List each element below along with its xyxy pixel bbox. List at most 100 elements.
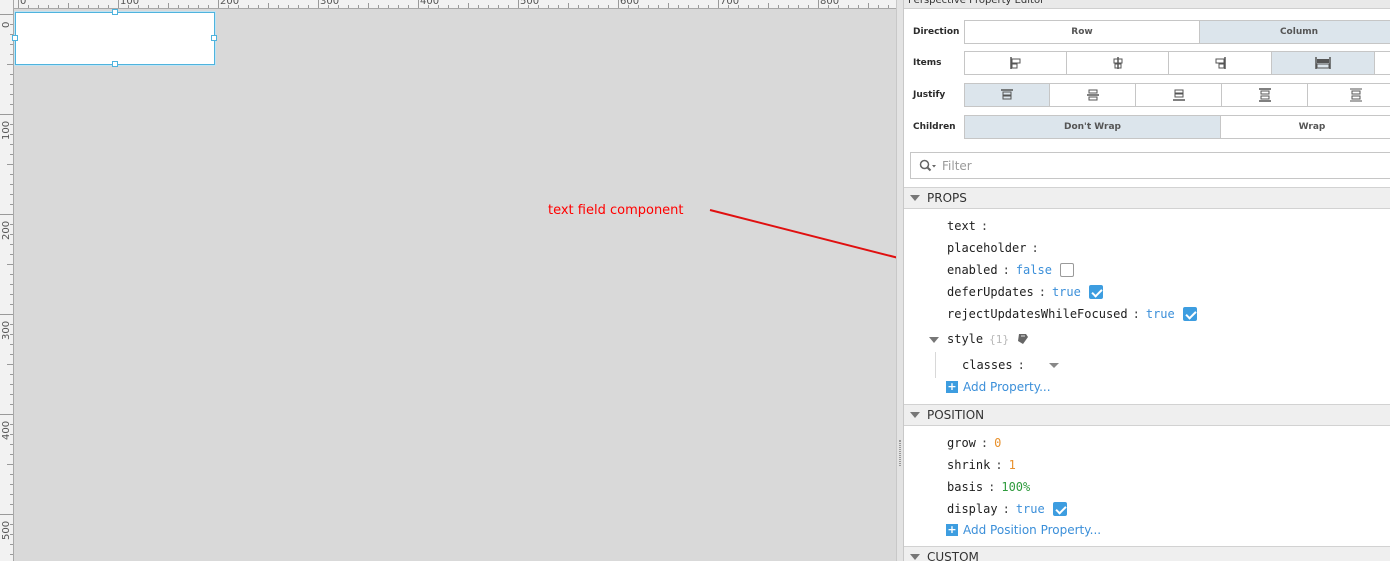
position-section-header[interactable]: POSITION (904, 404, 1390, 426)
ruler-tick (868, 3, 869, 8)
children-dont-wrap-button[interactable]: Don't Wrap (964, 115, 1221, 139)
prop-key: placeholder (947, 241, 1027, 255)
ruler-label: 300 (320, 0, 340, 7)
children-wrap-button[interactable]: Wrap (1220, 115, 1390, 139)
items-align-stretch-button[interactable] (1271, 51, 1375, 75)
ruler-tick (7, 64, 13, 65)
prop-deferUpdates[interactable]: deferUpdates: true (947, 283, 1103, 301)
rejectUpdatesWhileFocused-checkbox[interactable] (1182, 307, 1197, 321)
ruler-tick (548, 5, 549, 8)
align-center-icon (1113, 57, 1122, 69)
prop-value[interactable]: 0 (994, 436, 1001, 450)
display-checkbox[interactable] (1052, 502, 1067, 516)
ruler-tick (10, 94, 13, 95)
prop-classes[interactable]: classes: (962, 356, 1059, 374)
prop-enabled[interactable]: enabled: false (947, 261, 1074, 279)
resize-handle-bottom[interactable] (112, 61, 118, 67)
ruler-tick (458, 5, 459, 8)
ruler-tick (278, 5, 279, 8)
direction-column-label: Column (1279, 27, 1319, 37)
justify-end-button[interactable] (1135, 83, 1222, 107)
ruler-tick (7, 164, 13, 165)
ruler-tick (7, 264, 13, 265)
direction-column-button[interactable]: Column (1199, 20, 1390, 44)
ruler-tick (10, 474, 13, 475)
text-field-component[interactable] (12, 9, 217, 67)
deferUpdates-checkbox[interactable] (1088, 285, 1103, 299)
plus-icon: + (946, 523, 958, 536)
ruler-tick (678, 5, 679, 8)
prop-text[interactable]: text: (947, 217, 994, 235)
items-align-end-button[interactable] (1168, 51, 1272, 75)
prop-key: enabled (947, 263, 998, 277)
prop-value[interactable]: true (1146, 307, 1175, 321)
style-paint-icon[interactable] (1015, 332, 1031, 346)
props-section-header[interactable]: PROPS (904, 187, 1390, 209)
add-property-button[interactable]: + Add Property... (946, 380, 1051, 394)
ruler-tick (18, 0, 19, 8)
prop-value[interactable]: true (1052, 285, 1081, 299)
ruler-tick (10, 254, 13, 255)
ruler-tick (598, 5, 599, 8)
collapse-caret-icon[interactable] (910, 195, 920, 201)
prop-style[interactable]: style {1} (947, 330, 1031, 348)
ruler-tick (10, 54, 13, 55)
ruler-tick (518, 0, 519, 8)
justify-start-button[interactable] (964, 83, 1050, 107)
justify-space-around-button[interactable] (1307, 83, 1390, 107)
collapse-caret-icon[interactable] (910, 554, 920, 560)
prop-shrink[interactable]: shrink: 1 (947, 456, 1016, 474)
splitter-grip[interactable] (899, 440, 901, 466)
items-align-baseline-button[interactable] (1374, 51, 1390, 75)
ruler-label: 500 (1, 520, 12, 540)
ruler-tick (718, 0, 719, 8)
items-row: Items (904, 51, 1390, 77)
add-position-property-button[interactable]: + Add Position Property... (946, 523, 1101, 537)
resize-handle-right[interactable] (211, 35, 217, 41)
ruler-tick (10, 84, 13, 85)
annotation-label: text field component (548, 203, 684, 218)
prop-value[interactable]: 100% (1001, 480, 1030, 494)
items-align-start-button[interactable] (964, 51, 1067, 75)
ruler-tick (10, 544, 13, 545)
ruler-tick (10, 174, 13, 175)
ruler-tick (10, 204, 13, 205)
items-align-center-button[interactable] (1066, 51, 1169, 75)
prop-display[interactable]: display: true (947, 500, 1067, 518)
ruler-tick (578, 5, 579, 8)
ruler-tick (248, 5, 249, 8)
custom-section-header[interactable]: CUSTOM (904, 546, 1390, 561)
prop-value[interactable]: 1 (1009, 458, 1016, 472)
design-canvas[interactable]: 0 100 200 300 400 500 600 700 800 0 100 200 300 400 5… (0, 0, 896, 561)
ruler-tick (10, 374, 13, 375)
ruler-tick (10, 284, 13, 285)
prop-value[interactable]: false (1016, 263, 1052, 277)
ruler-tick (848, 5, 849, 8)
direction-row-button[interactable]: Row (964, 20, 1200, 44)
ruler-label: 700 (720, 0, 740, 7)
collapse-caret-icon[interactable] (910, 412, 920, 418)
chevron-down-icon[interactable] (1048, 362, 1059, 368)
enabled-checkbox[interactable] (1059, 263, 1074, 277)
resize-handle-left[interactable] (12, 35, 18, 41)
prop-value[interactable]: true (1016, 502, 1045, 516)
ruler-tick (378, 5, 379, 8)
prop-basis[interactable]: basis: 100% (947, 478, 1030, 496)
justify-space-between-button[interactable] (1221, 83, 1308, 107)
ruler-tick (498, 5, 499, 8)
prop-key: deferUpdates (947, 285, 1034, 299)
panel-splitter[interactable] (896, 0, 904, 561)
ruler-label: 600 (620, 0, 640, 7)
ruler-tick (668, 3, 669, 8)
prop-grow[interactable]: grow: 0 (947, 434, 1001, 452)
style-expand-caret-icon[interactable] (929, 337, 939, 343)
ruler-tick (398, 5, 399, 8)
prop-placeholder[interactable]: placeholder: (947, 239, 1045, 257)
ruler-tick (7, 364, 13, 365)
filter-input[interactable]: Filter (910, 152, 1390, 179)
ruler-tick (88, 5, 89, 8)
custom-section-title: CUSTOM (927, 550, 979, 561)
justify-center-button[interactable] (1049, 83, 1136, 107)
resize-handle-top[interactable] (112, 9, 118, 15)
prop-rejectUpdatesWhileFocused[interactable]: rejectUpdatesWhileFocused: true (947, 305, 1197, 323)
